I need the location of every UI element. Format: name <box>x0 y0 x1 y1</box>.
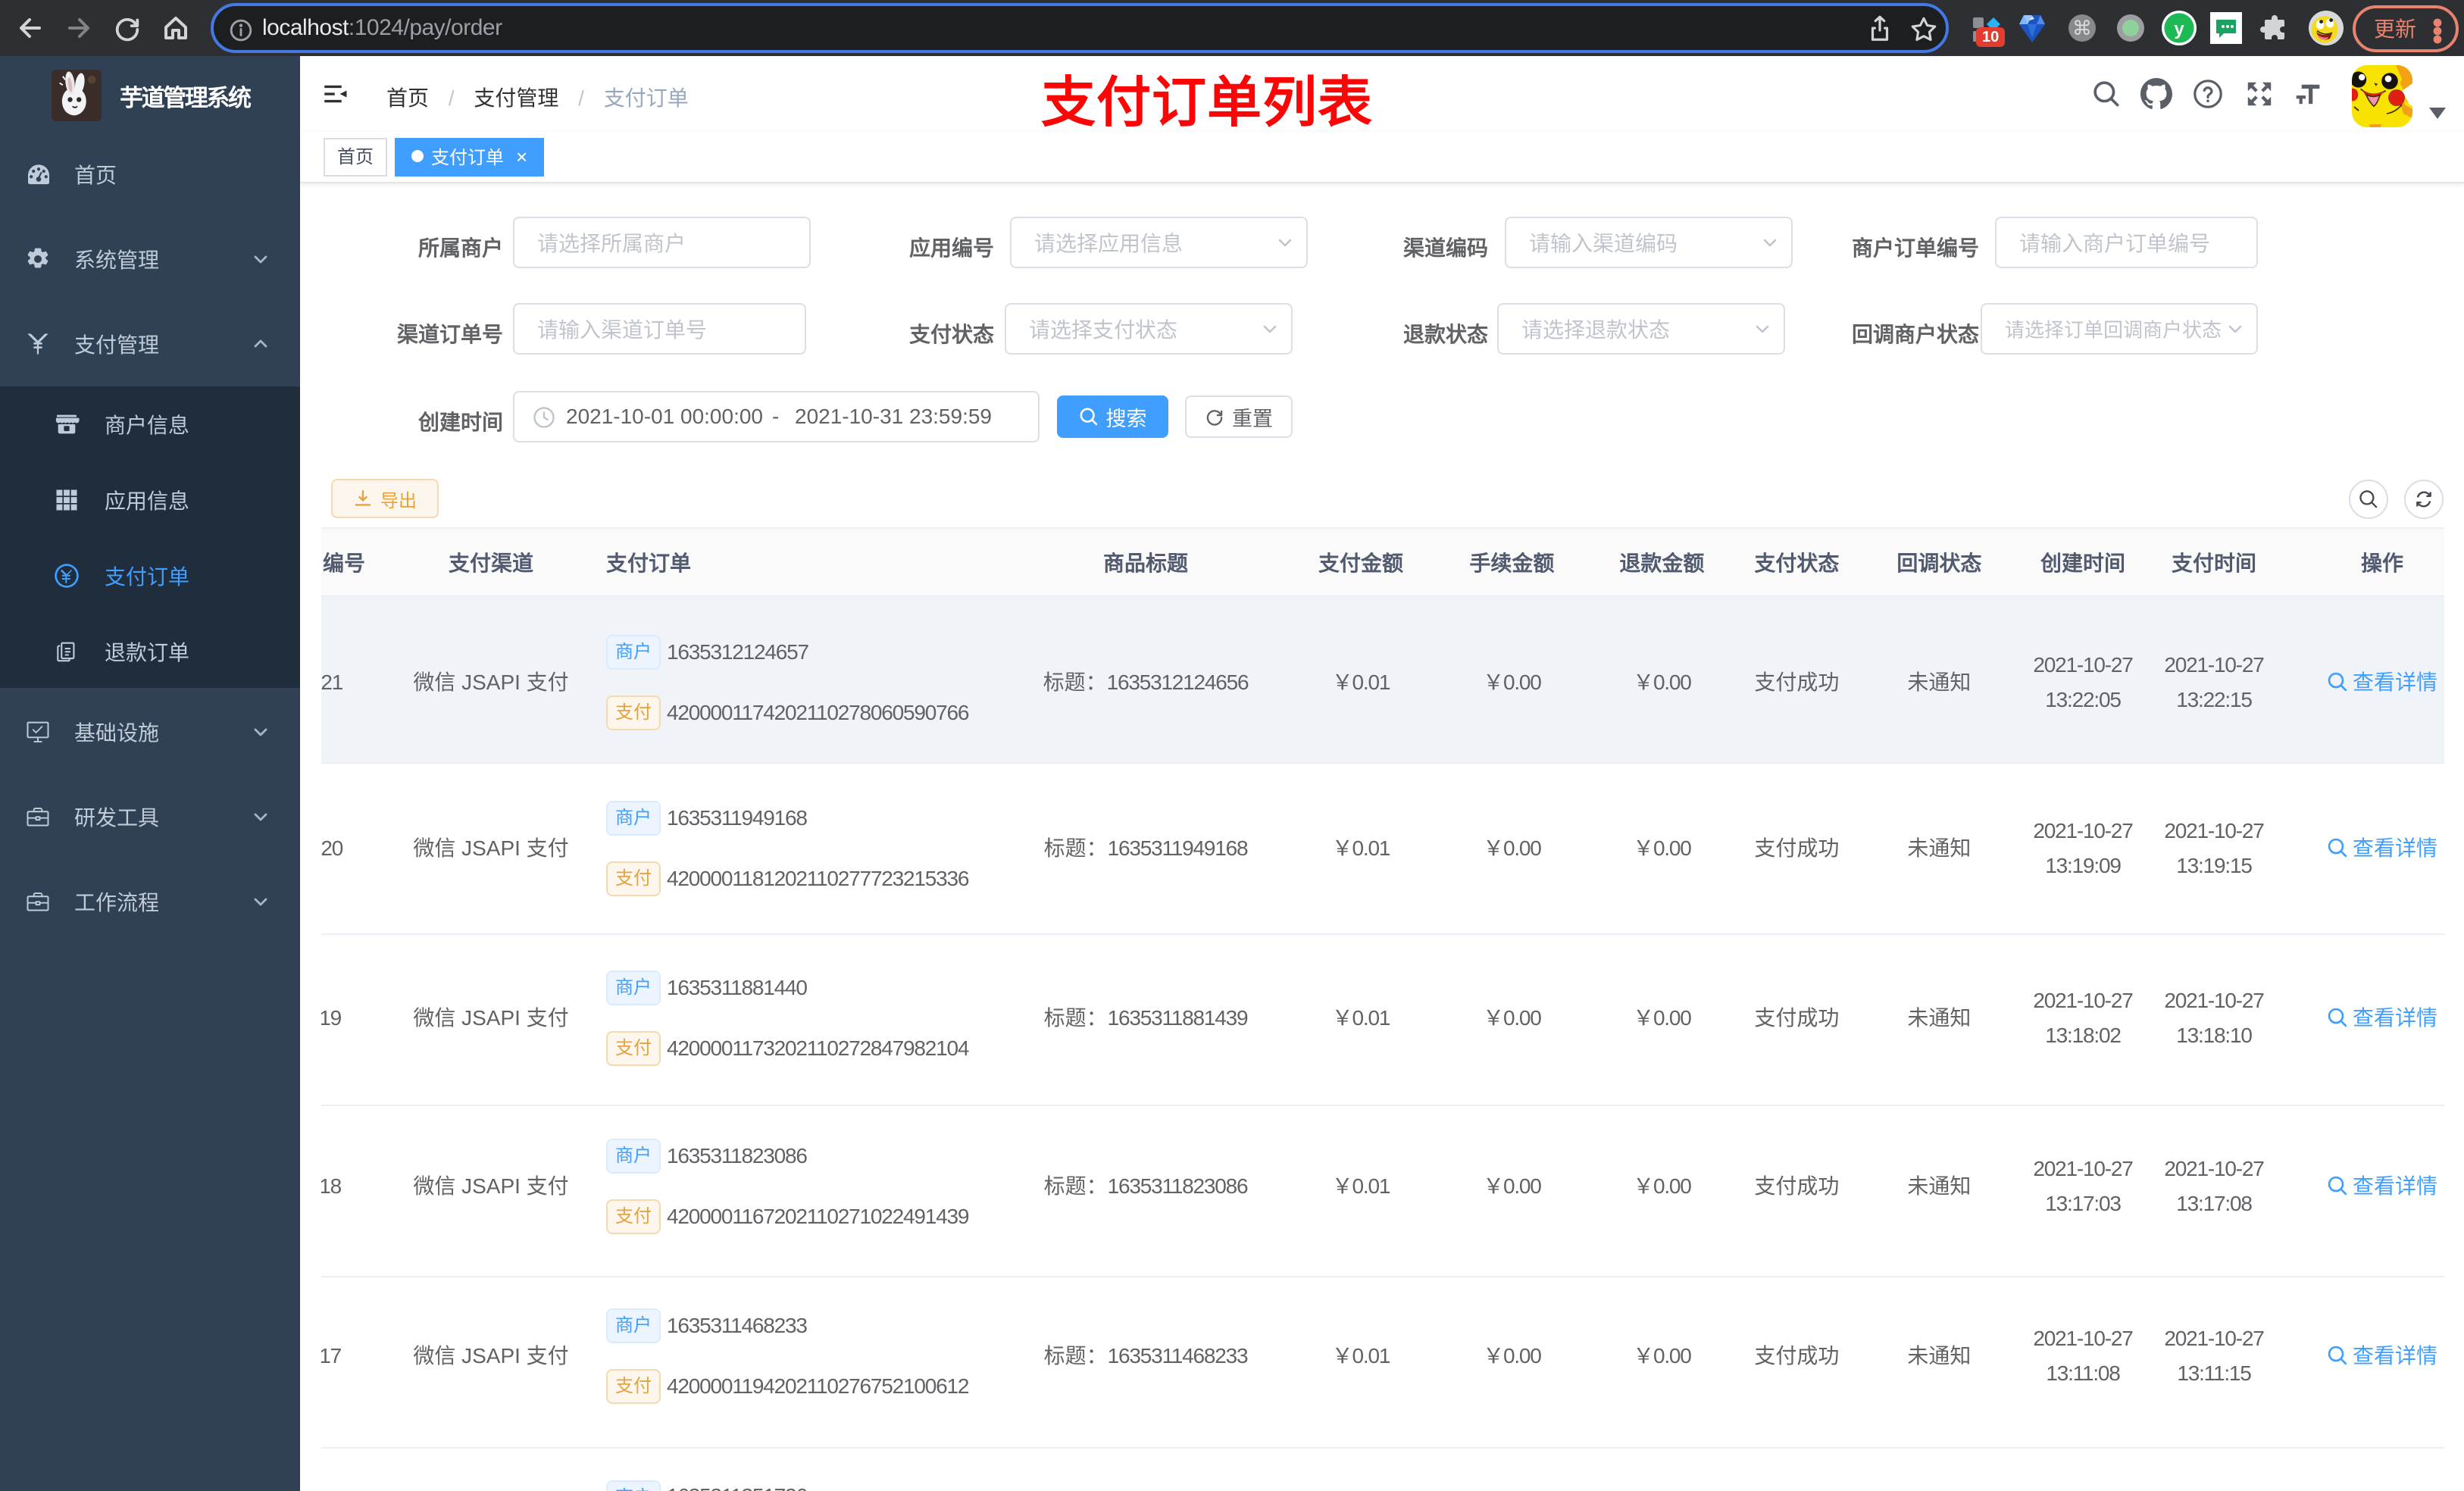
svg-text:⌘: ⌘ <box>2072 17 2092 39</box>
svg-text:y: y <box>2174 19 2184 39</box>
